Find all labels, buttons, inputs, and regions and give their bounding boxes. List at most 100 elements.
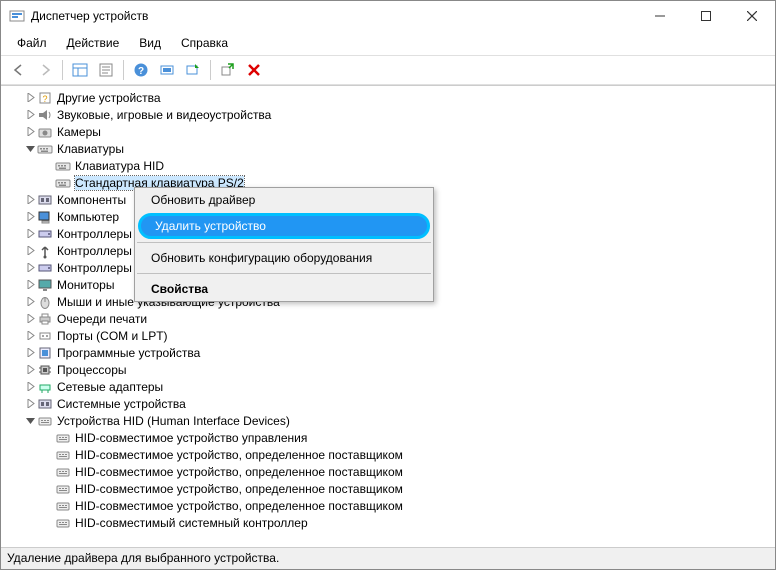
- ctx-scan-hardware[interactable]: Обновить конфигурацию оборудования: [135, 246, 433, 270]
- toolbar: ?: [1, 55, 775, 85]
- chevron-right-icon[interactable]: [23, 244, 37, 258]
- tree-item-cameras[interactable]: Камеры: [1, 123, 775, 140]
- tree-item-label: Компьютер: [57, 210, 119, 224]
- tree-item-hid[interactable]: Устройства HID (Human Interface Devices): [1, 412, 775, 429]
- tree-item-audio[interactable]: Звуковые, игровые и видеоустройства: [1, 106, 775, 123]
- chevron-right-icon[interactable]: [23, 125, 37, 139]
- device-port-icon: [37, 328, 53, 344]
- chevron-right-icon[interactable]: [23, 329, 37, 343]
- menu-action[interactable]: Действие: [57, 33, 130, 53]
- close-button[interactable]: [729, 1, 775, 31]
- device-storage-controller-icon: [37, 226, 53, 242]
- tree-item-system[interactable]: Системные устройства: [1, 395, 775, 412]
- tree-item-hid3[interactable]: HID-совместимое устройство, определенное…: [1, 463, 775, 480]
- svg-text:?: ?: [42, 94, 47, 104]
- device-hid-icon: [55, 498, 71, 514]
- tree-item-other[interactable]: ?Другие устройства: [1, 89, 775, 106]
- ctx-properties[interactable]: Свойства: [135, 277, 433, 301]
- device-processor-icon: [37, 362, 53, 378]
- chevron-right-icon[interactable]: [23, 193, 37, 207]
- tree-item-label: Клавиатура HID: [75, 159, 164, 173]
- device-monitor-icon: [37, 277, 53, 293]
- chevron-right-icon[interactable]: [23, 210, 37, 224]
- chevron-down-icon[interactable]: [23, 414, 37, 428]
- device-hid-icon: [55, 430, 71, 446]
- window-title: Диспетчер устройств: [31, 9, 637, 23]
- chevron-right-icon: [41, 176, 55, 190]
- tree-item-label: Контроллеры: [57, 227, 132, 241]
- tree-item-label: HID-совместимое устройство управления: [75, 431, 307, 445]
- device-hid-icon: [55, 481, 71, 497]
- statusbar-text: Удаление драйвера для выбранного устройс…: [7, 551, 279, 565]
- svg-text:?: ?: [138, 66, 144, 77]
- device-tree-container[interactable]: ?Другие устройстваЗвуковые, игровые и ви…: [1, 85, 775, 547]
- tree-item-hid4[interactable]: HID-совместимое устройство, определенное…: [1, 480, 775, 497]
- tree-item-hid1[interactable]: HID-совместимое устройство управления: [1, 429, 775, 446]
- device-computer-icon: [37, 209, 53, 225]
- device-system-icon: [37, 192, 53, 208]
- device-audio-icon: [37, 107, 53, 123]
- tree-item-print-queues[interactable]: Очереди печати: [1, 310, 775, 327]
- chevron-right-icon[interactable]: [23, 363, 37, 377]
- toolbar-show-hide-button[interactable]: [68, 59, 92, 81]
- tree-item-label: Контроллеры: [57, 261, 132, 275]
- toolbar-back-button[interactable]: [7, 59, 31, 81]
- tree-item-kb-hid[interactable]: Клавиатура HID: [1, 157, 775, 174]
- device-printer-icon: [37, 311, 53, 327]
- toolbar-forward-button[interactable]: [33, 59, 57, 81]
- chevron-right-icon[interactable]: [23, 91, 37, 105]
- tree-item-hid5[interactable]: HID-совместимое устройство, определенное…: [1, 497, 775, 514]
- tree-item-label: HID-совместимое устройство, определенное…: [75, 448, 403, 462]
- ctx-separator: [137, 273, 431, 274]
- toolbar-update-driver-button[interactable]: [181, 59, 205, 81]
- tree-item-label: Порты (COM и LPT): [57, 329, 168, 343]
- tree-item-label: HID-совместимое устройство, определенное…: [75, 499, 403, 513]
- tree-item-hid6[interactable]: HID-совместимый системный контроллер: [1, 514, 775, 531]
- chevron-right-icon: [41, 448, 55, 462]
- toolbar-enable-button[interactable]: [216, 59, 240, 81]
- chevron-right-icon[interactable]: [23, 346, 37, 360]
- tree-item-label: Программные устройства: [57, 346, 200, 360]
- minimize-button[interactable]: [637, 1, 683, 31]
- ctx-update-driver[interactable]: Обновить драйвер: [135, 188, 433, 212]
- tree-item-ports[interactable]: Порты (COM и LPT): [1, 327, 775, 344]
- tree-item-software-devices[interactable]: Программные устройства: [1, 344, 775, 361]
- ctx-uninstall-device[interactable]: Удалить устройство: [138, 213, 430, 239]
- toolbar-help-button[interactable]: ?: [129, 59, 153, 81]
- device-network-icon: [37, 379, 53, 395]
- maximize-button[interactable]: [683, 1, 729, 31]
- chevron-right-icon[interactable]: [23, 227, 37, 241]
- menu-view[interactable]: Вид: [129, 33, 171, 53]
- tree-item-label: Клавиатуры: [57, 142, 124, 156]
- device-software-icon: [37, 345, 53, 361]
- menu-file[interactable]: Файл: [7, 33, 57, 53]
- tree-item-label: Контроллеры: [57, 244, 132, 258]
- toolbar-separator: [123, 60, 124, 80]
- menu-help[interactable]: Справка: [171, 33, 238, 53]
- tree-item-label: Сетевые адаптеры: [57, 380, 163, 394]
- tree-item-label: Компоненты: [57, 193, 126, 207]
- chevron-right-icon[interactable]: [23, 108, 37, 122]
- tree-item-keyboards[interactable]: Клавиатуры: [1, 140, 775, 157]
- chevron-down-icon[interactable]: [23, 142, 37, 156]
- chevron-right-icon[interactable]: [23, 380, 37, 394]
- tree-item-network[interactable]: Сетевые адаптеры: [1, 378, 775, 395]
- chevron-right-icon[interactable]: [23, 312, 37, 326]
- tree-item-hid2[interactable]: HID-совместимое устройство, определенное…: [1, 446, 775, 463]
- menubar: Файл Действие Вид Справка: [1, 31, 775, 55]
- toolbar-scan-button[interactable]: [155, 59, 179, 81]
- chevron-right-icon[interactable]: [23, 278, 37, 292]
- app-icon: [9, 8, 25, 24]
- device-camera-icon: [37, 124, 53, 140]
- tree-item-processors[interactable]: Процессоры: [1, 361, 775, 378]
- toolbar-uninstall-button[interactable]: [242, 59, 266, 81]
- device-keyboard-icon: [37, 141, 53, 157]
- chevron-right-icon: [41, 499, 55, 513]
- toolbar-separator: [62, 60, 63, 80]
- toolbar-properties-button[interactable]: [94, 59, 118, 81]
- chevron-right-icon[interactable]: [23, 261, 37, 275]
- chevron-right-icon: [41, 431, 55, 445]
- device-keyboard-icon: [55, 158, 71, 174]
- chevron-right-icon[interactable]: [23, 295, 37, 309]
- chevron-right-icon[interactable]: [23, 397, 37, 411]
